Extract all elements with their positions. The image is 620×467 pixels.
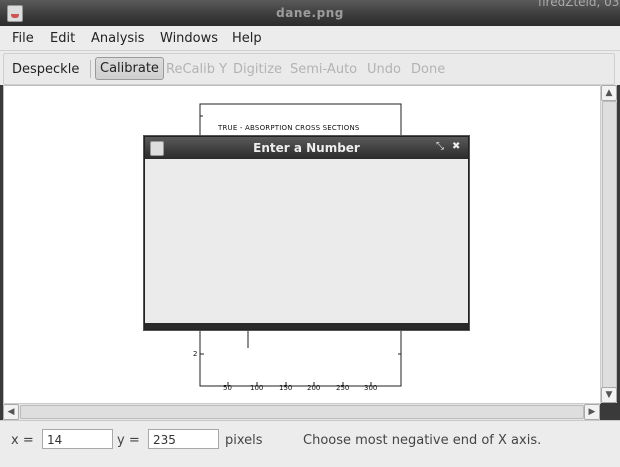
plot-x-tick: 200 bbox=[307, 384, 321, 392]
plot-x-tick: 150 bbox=[279, 384, 293, 392]
plot-title: TRUE - ABSORPTION CROSS SECTIONS bbox=[218, 124, 360, 132]
status-bar: x = 14 y = 235 pixels Choose most negati… bbox=[0, 420, 620, 467]
scroll-up-arrow-icon[interactable]: ▲ bbox=[601, 85, 617, 101]
digitize-button[interactable]: Digitize bbox=[233, 62, 282, 77]
recalib-y-button[interactable]: ReCalib Y bbox=[166, 62, 227, 77]
close-icon[interactable]: ✖ bbox=[452, 141, 460, 152]
x-coord-field[interactable]: 14 bbox=[42, 429, 113, 449]
horizontal-scroll-thumb[interactable] bbox=[20, 405, 584, 419]
status-message: Choose most negative end of X axis. bbox=[303, 433, 542, 448]
window-titlebar: dane.png firedZteld, 03 bbox=[0, 0, 620, 26]
dialog-bottom-border bbox=[145, 323, 468, 329]
calibrate-button[interactable]: Calibrate bbox=[95, 57, 164, 80]
resize-icon[interactable]: ⤡ bbox=[436, 141, 444, 152]
scroll-right-arrow-icon[interactable]: ▶ bbox=[584, 404, 600, 420]
plot-x-tick: 250 bbox=[336, 384, 350, 392]
y-coord-label: y = bbox=[117, 433, 140, 448]
plot-x-tick: 100 bbox=[250, 384, 264, 392]
enter-number-dialog[interactable]: Enter a Number ⤡ ✖ bbox=[144, 136, 469, 330]
vertical-scrollbar[interactable]: ▲ ▼ bbox=[600, 85, 617, 403]
toolbar-panel: Despeckle Calibrate ReCalib Y Digitize S… bbox=[3, 53, 615, 85]
dialog-title: Enter a Number bbox=[253, 141, 360, 155]
clipped-title-text: firedZteld, 03 bbox=[538, 0, 620, 9]
menu-edit[interactable]: Edit bbox=[50, 31, 75, 46]
toolbar-separator bbox=[90, 60, 91, 78]
plot-y-tick: 2 bbox=[193, 350, 198, 358]
menu-help[interactable]: Help bbox=[232, 31, 262, 46]
horizontal-scrollbar[interactable]: ◀ ▶ bbox=[3, 403, 600, 420]
menu-bar: File Edit Analysis Windows Help bbox=[0, 26, 620, 51]
done-button[interactable]: Done bbox=[411, 62, 445, 77]
semi-auto-button[interactable]: Semi-Auto bbox=[290, 62, 357, 77]
scroll-left-arrow-icon[interactable]: ◀ bbox=[3, 404, 19, 420]
despeckle-button[interactable]: Despeckle bbox=[12, 62, 79, 77]
y-coord-field[interactable]: 235 bbox=[148, 429, 219, 449]
window-title: dane.png bbox=[276, 6, 344, 20]
vertical-scroll-thumb[interactable] bbox=[602, 101, 617, 389]
plot-x-tick: 300 bbox=[364, 384, 378, 392]
x-coord-label: x = bbox=[11, 433, 34, 448]
plot-x-tick: 50 bbox=[223, 384, 232, 392]
menu-file[interactable]: File bbox=[12, 31, 34, 46]
toolbar: Despeckle Calibrate ReCalib Y Digitize S… bbox=[0, 51, 620, 85]
dialog-titlebar[interactable]: Enter a Number ⤡ ✖ bbox=[145, 137, 468, 159]
scroll-down-arrow-icon[interactable]: ▼ bbox=[601, 387, 617, 403]
undo-button[interactable]: Undo bbox=[367, 62, 401, 77]
menu-windows[interactable]: Windows bbox=[160, 31, 218, 46]
menu-analysis[interactable]: Analysis bbox=[91, 31, 145, 46]
units-label: pixels bbox=[225, 433, 263, 448]
